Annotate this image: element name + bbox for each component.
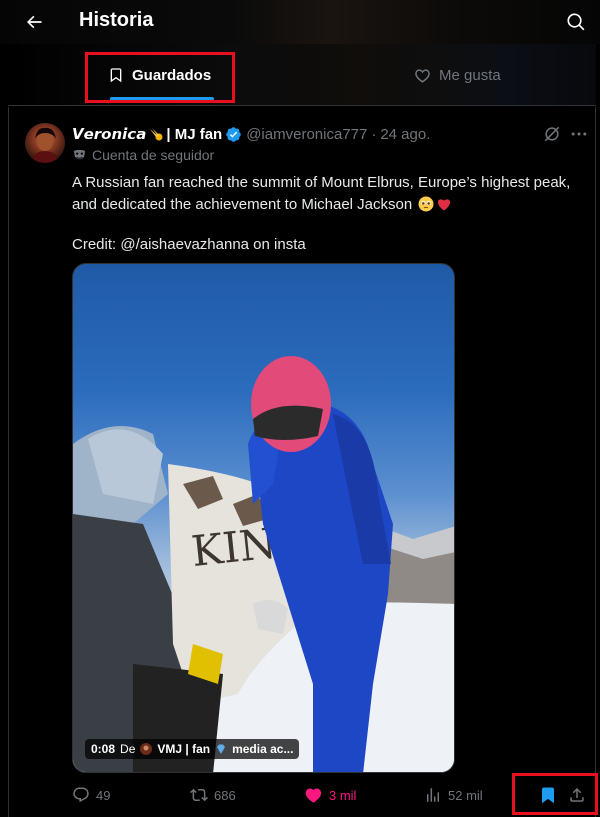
pleading-face-emoji-icon	[418, 196, 434, 212]
tab-me-gusta-label: Me gusta	[439, 66, 501, 84]
grok-icon	[544, 126, 560, 142]
avatar[interactable]	[25, 123, 65, 163]
page-title: Historia	[79, 9, 154, 31]
reply-button[interactable]: 49	[72, 783, 110, 807]
search-icon	[567, 13, 585, 31]
arrow-left-icon	[27, 15, 42, 29]
more-icon	[571, 132, 587, 136]
video-player[interactable]: KIN 0:08 De VMJ | fan media ac...	[72, 263, 455, 773]
source-avatar-icon	[140, 743, 153, 755]
video-source[interactable]: VMJ | fan	[157, 742, 210, 756]
avatar-portrait	[31, 127, 59, 163]
tweet-text-line1: A Russian fan reached the summit of Moun…	[72, 174, 571, 213]
diamond-emoji-icon	[217, 744, 226, 754]
tweet-text-credit: Credit: @/aishaevazhanna on insta	[72, 236, 306, 253]
reply-count: 49	[96, 787, 111, 803]
author-handle[interactable]: @iamveronica777	[246, 126, 367, 143]
video-source-rest[interactable]: media ac...	[232, 742, 293, 756]
video-badge: 0:08 De VMJ | fan media ac...	[85, 739, 300, 759]
repost-icon	[190, 788, 208, 802]
repost-button[interactable]: 686	[190, 783, 236, 807]
author-row: 𝙑𝙚𝙧𝙤𝙣𝙞𝙘𝙖 | MJ fan @iamveronica777 · 24 a…	[72, 124, 430, 144]
tweet-card[interactable]: 𝙑𝙚𝙧𝙤𝙣𝙞𝙘𝙖 | MJ fan @iamveronica777 · 24 a…	[8, 107, 596, 817]
views-chart-icon	[427, 788, 439, 802]
red-heart-emoji-icon	[438, 199, 451, 211]
back-button[interactable]	[20, 8, 48, 36]
top-bar: Historia	[0, 0, 600, 44]
heart-icon	[415, 68, 430, 83]
separator-dot: ·	[371, 125, 377, 143]
follower-account-label: Cuenta de seguidor	[92, 147, 215, 163]
share-icon	[570, 787, 584, 802]
heart-filled-icon	[305, 788, 322, 803]
verified-icon	[226, 126, 241, 142]
parody-mask-icon	[73, 149, 86, 159]
comet-emoji-icon	[150, 128, 163, 141]
author-name[interactable]: 𝙑𝙚𝙧𝙤𝙣𝙞𝙘𝙖	[72, 125, 146, 143]
video-duration: 0:08	[91, 742, 116, 756]
video-from-label: De	[120, 742, 136, 756]
tab-bar: Guardados Me gusta	[8, 44, 596, 106]
views-button[interactable]: 52 mil	[424, 783, 483, 807]
like-button[interactable]: 3 mil	[305, 783, 356, 807]
search-button[interactable]	[562, 8, 590, 36]
more-options-button[interactable]	[569, 124, 591, 144]
views-count: 52 mil	[448, 787, 483, 803]
video-thumbnail: KIN	[73, 356, 454, 772]
bookmark-icon	[110, 68, 122, 83]
bookmark-filled-icon	[542, 787, 554, 804]
follower-account-row: Cuenta de seguidor	[72, 147, 214, 163]
verified-badge	[225, 126, 242, 143]
repost-count: 686	[214, 787, 236, 803]
active-tab-indicator	[110, 97, 214, 101]
tab-me-gusta[interactable]: Me gusta	[414, 44, 501, 106]
tweet-text: A Russian fan reached the summit of Moun…	[72, 172, 587, 256]
tab-guardados-label: Guardados	[132, 66, 212, 84]
grok-button[interactable]	[542, 124, 562, 144]
tweet-actions: 49 686 3 mil 52 mil	[72, 783, 592, 807]
tweet-date[interactable]: 24 ago.	[380, 126, 430, 143]
like-count: 3 mil	[329, 787, 357, 803]
author-suffix: | MJ fan	[166, 125, 223, 143]
share-button[interactable]	[568, 783, 586, 807]
reply-icon	[73, 787, 89, 803]
bookmark-button[interactable]	[539, 783, 557, 807]
